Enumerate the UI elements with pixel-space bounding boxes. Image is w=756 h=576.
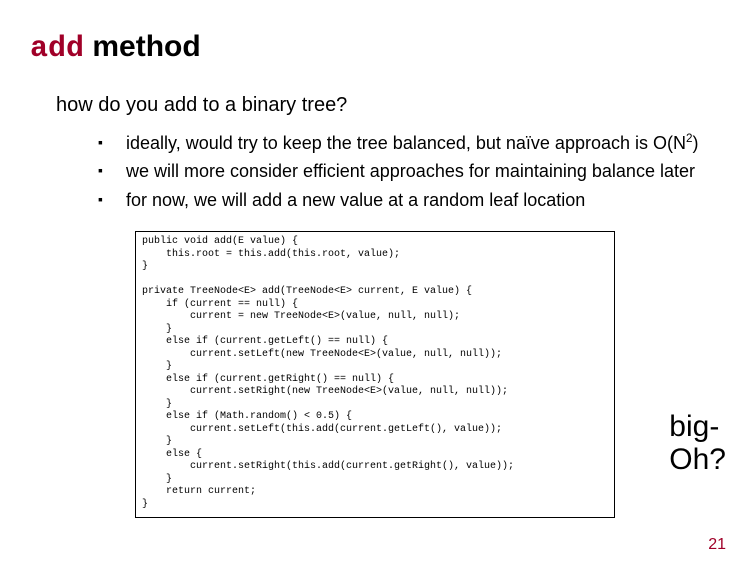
code-block: public void add(E value) { this.root = t…	[135, 231, 615, 518]
slide-title: add method	[30, 30, 726, 66]
bigoh-line2: Oh?	[669, 443, 726, 476]
bullet-item-2: we will more consider efficient approach…	[98, 159, 718, 183]
slide-subtitle: how do you add to a binary tree?	[56, 94, 726, 117]
bullet-item-1: ideally, would try to keep the tree bala…	[98, 131, 718, 155]
bullet-item-3: for now, we will add a new value at a ra…	[98, 188, 718, 212]
bigoh-line1: big-	[669, 410, 719, 443]
bullet-1-pre: ideally, would try to keep the tree bala…	[126, 133, 686, 153]
title-rest: method	[84, 30, 201, 63]
bullet-1-post: )	[693, 133, 699, 153]
bigoh-label: big- Oh?	[669, 410, 726, 476]
bullet-list: ideally, would try to keep the tree bala…	[98, 131, 718, 212]
slide-content: add method how do you add to a binary tr…	[0, 0, 756, 212]
page-number: 21	[708, 536, 726, 554]
title-code-word: add	[30, 32, 84, 66]
